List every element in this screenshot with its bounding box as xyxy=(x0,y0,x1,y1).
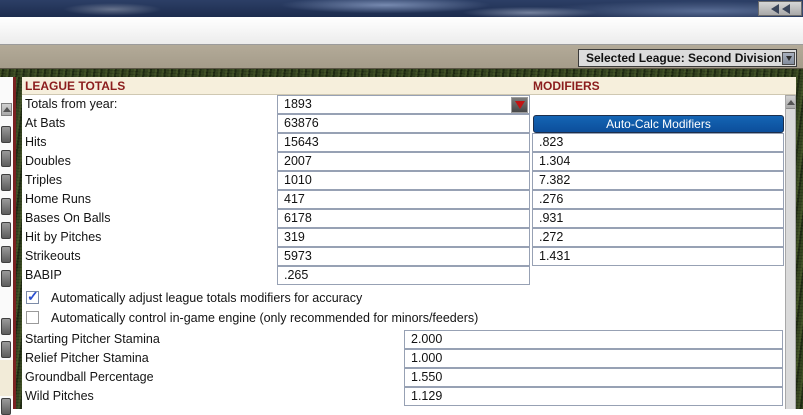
row-label: Bases On Balls xyxy=(25,211,111,225)
checkbox-label: Automatically control in-game engine (on… xyxy=(51,311,479,325)
table-row: Relief Pitcher Stamina 1.000 xyxy=(22,349,796,368)
league-totals-header: LEAGUE TOTALS xyxy=(25,79,126,93)
totals-year-value: 1893 xyxy=(284,97,312,111)
modifier-value-field[interactable]: 1.304 xyxy=(532,152,784,171)
modifier-value-field[interactable]: .276 xyxy=(532,190,784,209)
total-value-field[interactable]: 2007 xyxy=(277,152,530,171)
checkbox[interactable]: ✓ xyxy=(26,288,39,304)
modifier-value-field[interactable]: .272 xyxy=(532,228,784,247)
total-value-field[interactable]: 63876 xyxy=(277,114,530,133)
modifier-value-field[interactable]: .823 xyxy=(532,133,784,152)
checkbox[interactable] xyxy=(26,311,39,324)
double-left-chevron-icon xyxy=(781,3,790,14)
panel-border-right xyxy=(796,77,803,409)
up-arrow-icon xyxy=(786,99,795,105)
double-left-chevron-icon xyxy=(770,3,779,14)
row-label: At Bats xyxy=(25,116,66,130)
table-row: Groundball Percentage 1.550 xyxy=(22,368,796,387)
league-totals-content: LEAGUE TOTALS MODIFIERS Totals from year… xyxy=(22,77,796,409)
down-arrow-icon xyxy=(785,55,792,61)
value-field[interactable]: 1.000 xyxy=(404,349,783,368)
table-row: Hits 15643.823 xyxy=(22,133,796,152)
collapse-panel-button[interactable] xyxy=(758,1,802,16)
table-row: Strikeouts 5973 1.431 xyxy=(22,247,796,266)
total-value-field[interactable]: 5973 xyxy=(277,247,530,266)
row-label: Wild Pitches xyxy=(25,389,94,403)
total-value-field[interactable]: 319 xyxy=(277,228,530,247)
left-partial-button[interactable] xyxy=(1,270,11,287)
row-label: Hit by Pitches xyxy=(25,230,102,244)
total-value-field[interactable]: 6178 xyxy=(277,209,530,228)
value-field[interactable]: 1.550 xyxy=(404,368,783,387)
left-scrollbar-up-button[interactable] xyxy=(1,103,12,116)
dropdown-button[interactable] xyxy=(782,51,795,65)
left-partial-button[interactable] xyxy=(1,150,11,167)
table-row: Starting Pitcher Stamina 2.000 xyxy=(22,330,796,349)
league-selector-dropdown[interactable]: Selected League: Second Division xyxy=(578,49,797,67)
row-label: Home Runs xyxy=(25,192,91,206)
row-label: BABIP xyxy=(25,268,62,282)
left-partial-button[interactable] xyxy=(1,341,11,358)
panel-border-top xyxy=(0,69,803,77)
row-label: Doubles xyxy=(25,154,71,168)
total-value-field[interactable]: .265 xyxy=(277,266,530,285)
modifiers-header: MODIFIERS xyxy=(533,79,600,93)
up-arrow-icon xyxy=(2,107,11,112)
table-row: BABIP .265 xyxy=(22,266,796,285)
league-totals-panel: LEAGUE TOTALS MODIFIERS Totals from year… xyxy=(0,69,803,415)
checkbox-row: Automatically control in-game engine (on… xyxy=(22,308,796,328)
total-value-field[interactable]: 1010 xyxy=(277,171,530,190)
value-field[interactable]: 2.000 xyxy=(404,330,783,349)
left-partial-button[interactable] xyxy=(1,126,11,143)
left-partial-button[interactable] xyxy=(1,222,11,239)
totals-year-select[interactable]: 1893 xyxy=(277,95,530,114)
modifier-value-field[interactable]: .931 xyxy=(532,209,784,228)
left-edge-patch xyxy=(0,360,13,396)
modifier-value-field[interactable]: 7.382 xyxy=(532,171,784,190)
row-label: Triples xyxy=(25,173,63,187)
row-label: Relief Pitcher Stamina xyxy=(25,351,149,365)
total-value-field[interactable]: 15643 xyxy=(277,133,530,152)
left-partial-button[interactable] xyxy=(1,318,11,335)
totals-year-row: Totals from year: 1893 xyxy=(22,95,796,114)
total-value-field[interactable]: 417 xyxy=(277,190,530,209)
row-label: Starting Pitcher Stamina xyxy=(25,332,160,346)
league-selector-label: Selected League: Second Division xyxy=(586,51,782,65)
league-toolbar: Selected League: Second Division xyxy=(0,45,803,69)
row-label: Strikeouts xyxy=(25,249,81,263)
table-row: Home Runs 417.276 xyxy=(22,190,796,209)
left-partial-button[interactable] xyxy=(1,198,11,215)
left-partial-button[interactable] xyxy=(1,246,11,263)
row-label: Totals from year: xyxy=(25,97,118,111)
table-row: Wild Pitches 1.129 xyxy=(22,387,796,406)
left-edge-strip xyxy=(0,77,13,415)
auto-calc-modifiers-button[interactable]: Auto-Calc Modifiers xyxy=(533,115,784,133)
stadium-photo-banner xyxy=(0,0,803,17)
check-icon: ✓ xyxy=(27,288,39,304)
modifier-value-field[interactable]: 1.431 xyxy=(532,247,784,266)
engine-settings-table: Starting Pitcher Stamina 2.000 Relief Pitc… xyxy=(22,330,796,406)
table-row: Hit by Pitches 319.272 xyxy=(22,228,796,247)
value-field[interactable]: 1.129 xyxy=(404,387,783,406)
right-scrollbar[interactable] xyxy=(785,95,796,409)
table-row: Triples 1010 7.382 xyxy=(22,171,796,190)
row-label: Groundball Percentage xyxy=(25,370,154,384)
table-row: Doubles 2007 1.304 xyxy=(22,152,796,171)
table-row: At Bats 63876 Auto-Calc Modifiers xyxy=(22,114,796,133)
left-partial-button[interactable] xyxy=(1,398,11,415)
section-header-row: LEAGUE TOTALS MODIFIERS xyxy=(22,77,796,95)
red-down-arrow-icon xyxy=(514,101,525,109)
totals-table: Totals from year: 1893 At Bats 63876 Auto-… xyxy=(22,95,796,285)
year-dropdown-button[interactable] xyxy=(511,97,528,113)
left-partial-button[interactable] xyxy=(1,174,11,191)
checkbox-label: Automatically adjust league totals modif… xyxy=(51,291,363,305)
table-row: Bases On Balls 6178.931 xyxy=(22,209,796,228)
options-checkbox-group: ✓ Automatically adjust league totals modi… xyxy=(22,288,796,328)
checkbox-row: ✓ Automatically adjust league totals modi… xyxy=(22,288,796,308)
row-label: Hits xyxy=(25,135,47,149)
sub-header-bar xyxy=(0,17,803,45)
scrollbar-up-button[interactable] xyxy=(786,96,795,109)
